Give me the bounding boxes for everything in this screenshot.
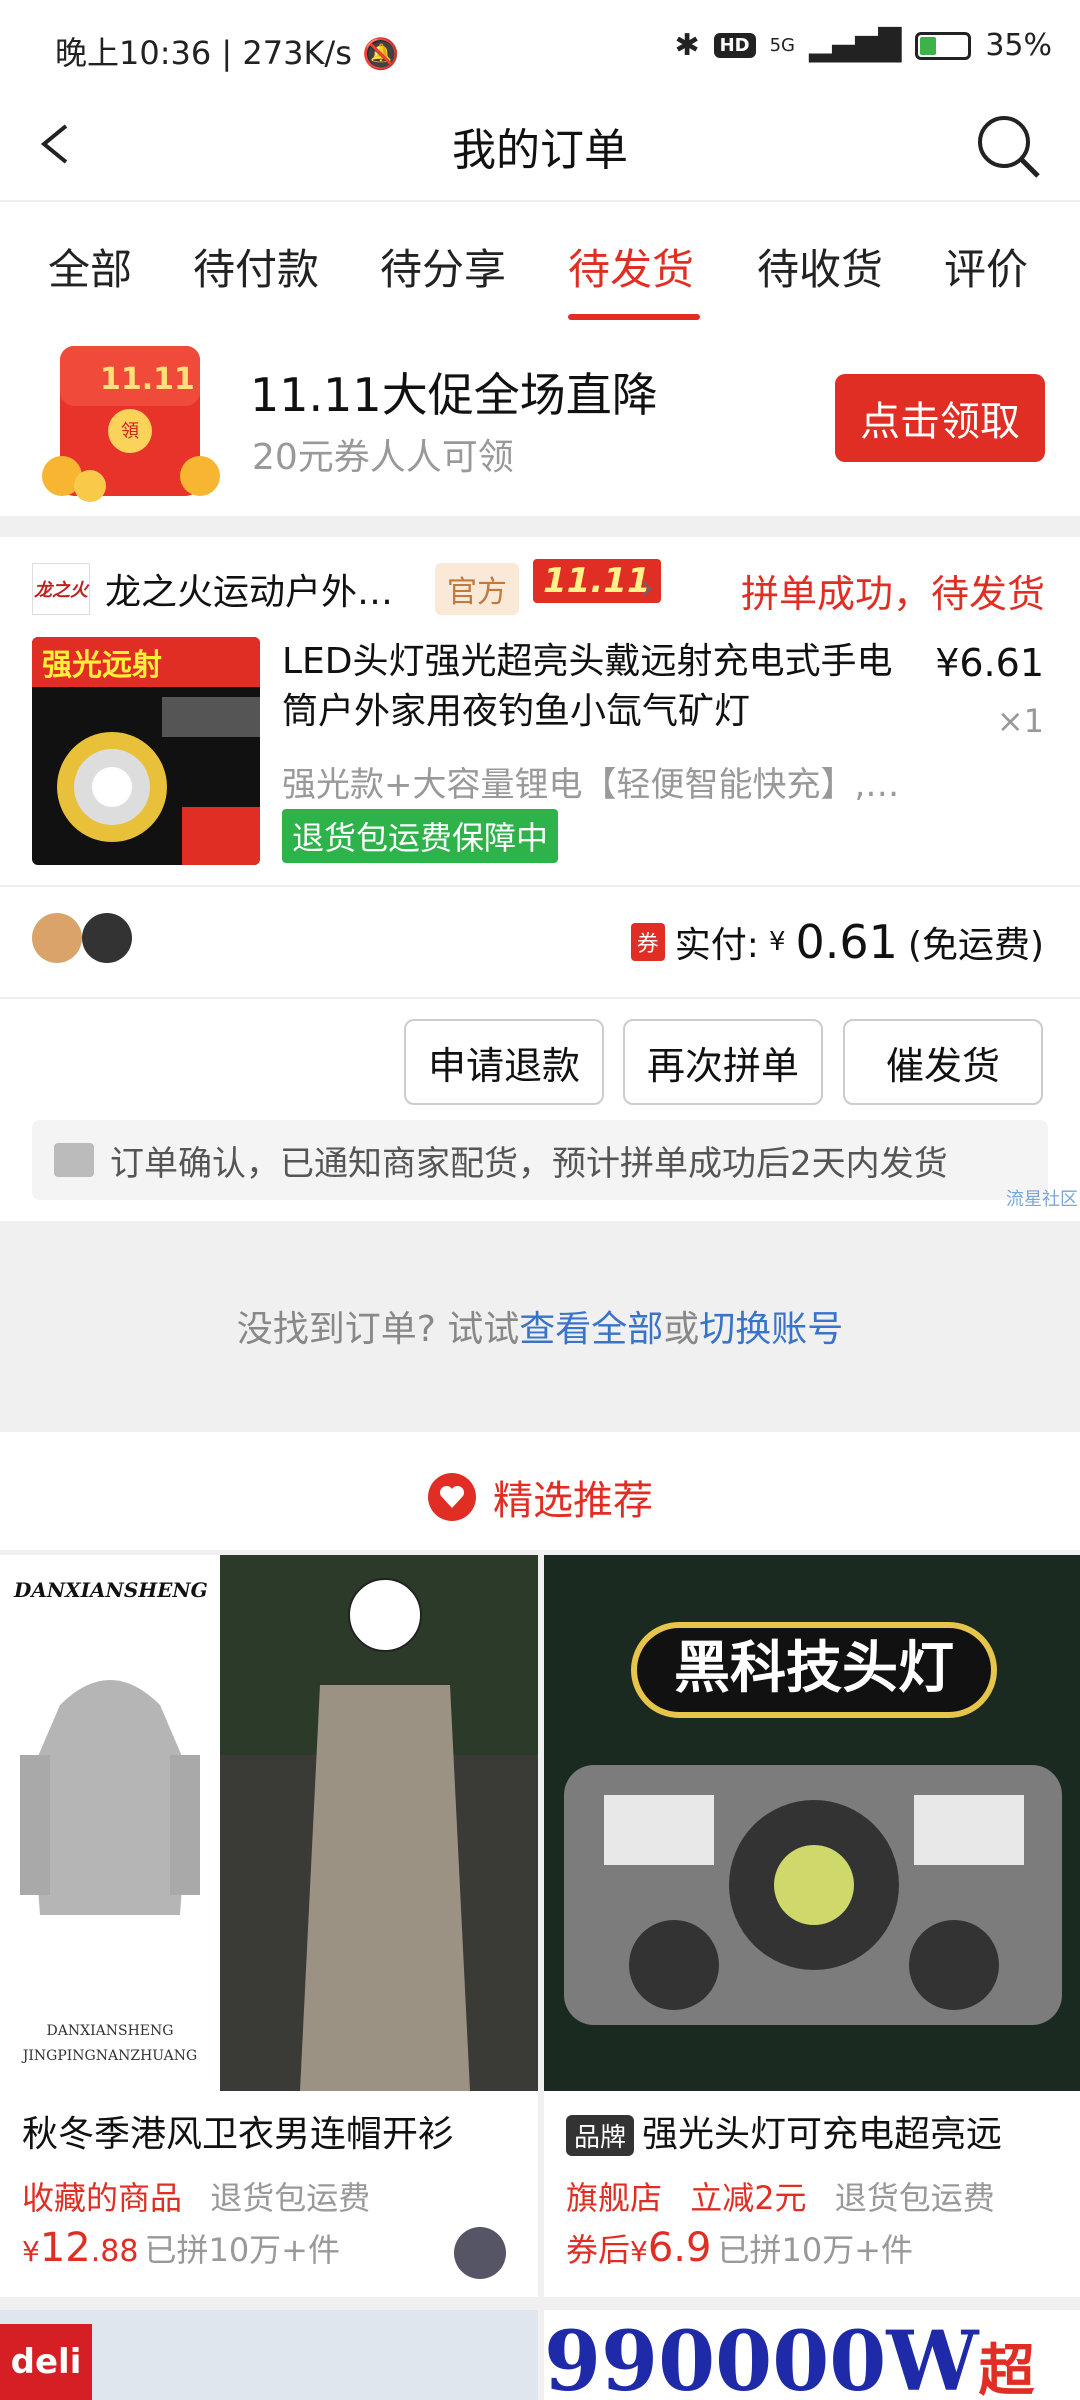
product-card-partial[interactable]: deli bbox=[0, 2310, 538, 2400]
promo-title: 11.11大促全场直降 bbox=[250, 368, 658, 422]
headlamp-image: 黑科技头灯 bbox=[544, 1555, 1080, 2091]
shipping-note: (免运费) bbox=[907, 925, 1044, 966]
paid-currency: ¥ bbox=[768, 927, 786, 957]
product-image-text: 强光远射 bbox=[42, 648, 162, 683]
page-title: 我的订单 bbox=[452, 125, 628, 176]
product-card[interactable]: DANXIANSHENG DANXIANSHENG JINGPINGNANZHU… bbox=[0, 1555, 538, 2297]
promo-subtitle: 20元券人人可领 bbox=[252, 437, 514, 478]
view-all-link[interactable]: 查看全部 bbox=[519, 1309, 663, 1350]
reorder-button[interactable]: 再次拼单 bbox=[623, 1019, 823, 1105]
tab-pending-shipment[interactable]: 待发货 bbox=[568, 236, 694, 297]
refund-button[interactable]: 申请退款 bbox=[404, 1019, 604, 1105]
order-card: 龙之火 龙之火运动户外… 官方 11.11 › 拼单成功，待发货 强光远射 LE… bbox=[0, 537, 1080, 1221]
wattage-text: 990000W超亮 bbox=[544, 2314, 1035, 2400]
battery-icon bbox=[915, 31, 972, 60]
banner-text: 黑科技头灯 bbox=[674, 1636, 954, 1701]
mute-icon: 🔕 bbox=[362, 37, 400, 72]
tag-free-return: 退货包运费 bbox=[210, 2179, 371, 2217]
svg-text:領: 領 bbox=[121, 421, 139, 442]
watermark: 流星社区 bbox=[1006, 1189, 1078, 1210]
product-quantity: ×1 bbox=[996, 702, 1044, 740]
store-name[interactable]: 龙之火运动户外… bbox=[105, 563, 393, 615]
recommend-title: 精选推荐 bbox=[0, 1468, 1080, 1526]
active-tab-indicator bbox=[568, 314, 700, 320]
store-logo: 龙之火 bbox=[32, 563, 90, 615]
official-tag: 官方 bbox=[435, 563, 519, 615]
order-notice: 订单确认，已通知商家配货，预计拼单成功后2天内发货 bbox=[32, 1120, 1048, 1200]
order-tabs: 全部 待付款 待分享 待发货 待收货 评价 bbox=[0, 200, 1080, 324]
product-title: 秋冬季港风卫衣男连帽开衫 bbox=[22, 2114, 455, 2155]
divider bbox=[0, 997, 1080, 999]
product-image[interactable]: 强光远射 bbox=[32, 637, 260, 865]
truck-clock-icon bbox=[54, 1143, 94, 1177]
product-price: ¥6.61 bbox=[935, 641, 1044, 685]
product-image: 黑科技头灯 bbox=[544, 1555, 1080, 2091]
tag-favorite: 收藏的商品 bbox=[22, 2179, 183, 2217]
tab-pending-share[interactable]: 待分享 bbox=[380, 236, 506, 297]
tag-free-return: 退货包运费 bbox=[834, 2179, 995, 2217]
order-not-found: 没找到订单? 试试查看全部或切换账号 bbox=[236, 1309, 844, 1350]
network-speed: 273K/s bbox=[242, 34, 352, 72]
brand-tag: 品牌 bbox=[566, 2115, 635, 2156]
tab-pending-receipt[interactable]: 待收货 bbox=[757, 236, 883, 297]
caption-2: JINGPINGNANZHUANG bbox=[21, 2048, 197, 2064]
avatar bbox=[32, 913, 82, 963]
divider bbox=[0, 885, 1080, 887]
hoodie-image: DANXIANSHENG DANXIANSHENG JINGPINGNANZHU… bbox=[0, 1555, 538, 2091]
search-icon[interactable] bbox=[974, 112, 1044, 182]
product-spec: 强光款+大容量锂电【轻便智能快充】,… bbox=[282, 765, 900, 805]
price-row: 券后¥6.9 已拼10万+件 bbox=[566, 2225, 913, 2271]
deli-logo: deli bbox=[0, 2324, 92, 2400]
tab-pending-payment[interactable]: 待付款 bbox=[193, 236, 319, 297]
status-bar: 晚上10:36 | 273K/s 🔕 ✱ HD 5G ▂▄▆█ 35% bbox=[0, 0, 1080, 100]
payment-summary: 券 实付: ¥ 0.61 (免运费) bbox=[630, 915, 1044, 969]
nav-header: 我的订单 bbox=[0, 100, 1080, 200]
status-right: ✱ HD 5G ▂▄▆█ 35% bbox=[674, 28, 1052, 63]
recommend-header: 精选推荐 bbox=[0, 1432, 1080, 1550]
notice-text: 订单确认，已通知商家配货，预计拼单成功后2天内发货 bbox=[110, 1143, 948, 1184]
price: ¥12.88 bbox=[22, 2225, 139, 2271]
tag-discount: 立减2元 bbox=[690, 2179, 807, 2217]
hd-badge: HD bbox=[713, 33, 756, 58]
avatar bbox=[454, 2227, 506, 2279]
tag-flagship: 旗舰店 bbox=[566, 2179, 663, 2217]
coupon-icon: 券 bbox=[630, 923, 665, 961]
guarantee-badge: 退货包运费保障中 bbox=[282, 809, 559, 863]
battery-percent: 35% bbox=[985, 28, 1052, 63]
paid-amount: 0.61 bbox=[795, 915, 898, 969]
status-left: 晚上10:36 | 273K/s 🔕 bbox=[55, 34, 400, 72]
tab-all[interactable]: 全部 bbox=[48, 236, 132, 297]
sold-count: 已拼10万+件 bbox=[717, 2231, 914, 2269]
heart-icon bbox=[428, 1473, 476, 1521]
product-title[interactable]: LED头灯强光超亮头戴远射充电式手电筒户外家用夜钓鱼小氙气矿灯 bbox=[282, 637, 922, 737]
chevron-right-icon[interactable]: › bbox=[640, 567, 654, 608]
signal-icon: ▂▄▆█ bbox=[809, 28, 902, 63]
price-row: ¥12.88 已拼10万+件 bbox=[22, 2225, 340, 2271]
urge-shipping-button[interactable]: 催发货 bbox=[843, 1019, 1043, 1105]
product-title: 品牌 强光头灯可充电超亮远 bbox=[566, 2105, 1002, 2157]
product-tags: 收藏的商品 退货包运费 bbox=[22, 2173, 370, 2219]
price: 券后¥6.9 bbox=[566, 2225, 712, 2271]
product-card[interactable]: 黑科技头灯 品牌 强光头灯可充电超亮远 旗舰店 立减2元 退货包运费 券后¥6.9… bbox=[544, 1555, 1080, 2297]
avatar bbox=[82, 913, 132, 963]
product-image: DANXIANSHENG DANXIANSHENG JINGPINGNANZHU… bbox=[0, 1555, 538, 2091]
paid-label: 实付: bbox=[674, 925, 759, 966]
tab-review[interactable]: 评价 bbox=[944, 236, 1028, 297]
product-card-partial[interactable]: 990000W超亮 bbox=[544, 2310, 1080, 2400]
promo-badge: 11.11 bbox=[100, 362, 195, 397]
network-type: 5G bbox=[769, 35, 796, 56]
clock: 晚上10:36 bbox=[55, 34, 212, 72]
claim-button[interactable]: 点击领取 bbox=[835, 374, 1045, 462]
switch-account-link[interactable]: 切换账号 bbox=[699, 1309, 843, 1350]
headlamp-image: 强光远射 bbox=[32, 637, 260, 865]
product-tags: 旗舰店 立减2元 退货包运费 bbox=[566, 2173, 995, 2219]
order-status: 拼单成功，待发货 bbox=[740, 572, 1045, 616]
caption-1: DANXIANSHENG bbox=[47, 2023, 174, 2039]
bluetooth-icon: ✱ bbox=[674, 28, 700, 63]
promo-banner[interactable]: 領 11.11 11.11大促全场直降 20元券人人可领 点击领取 bbox=[0, 324, 1080, 516]
brand-text: DANXIANSHENG bbox=[13, 1578, 208, 1602]
sold-count: 已拼10万+件 bbox=[144, 2231, 340, 2269]
